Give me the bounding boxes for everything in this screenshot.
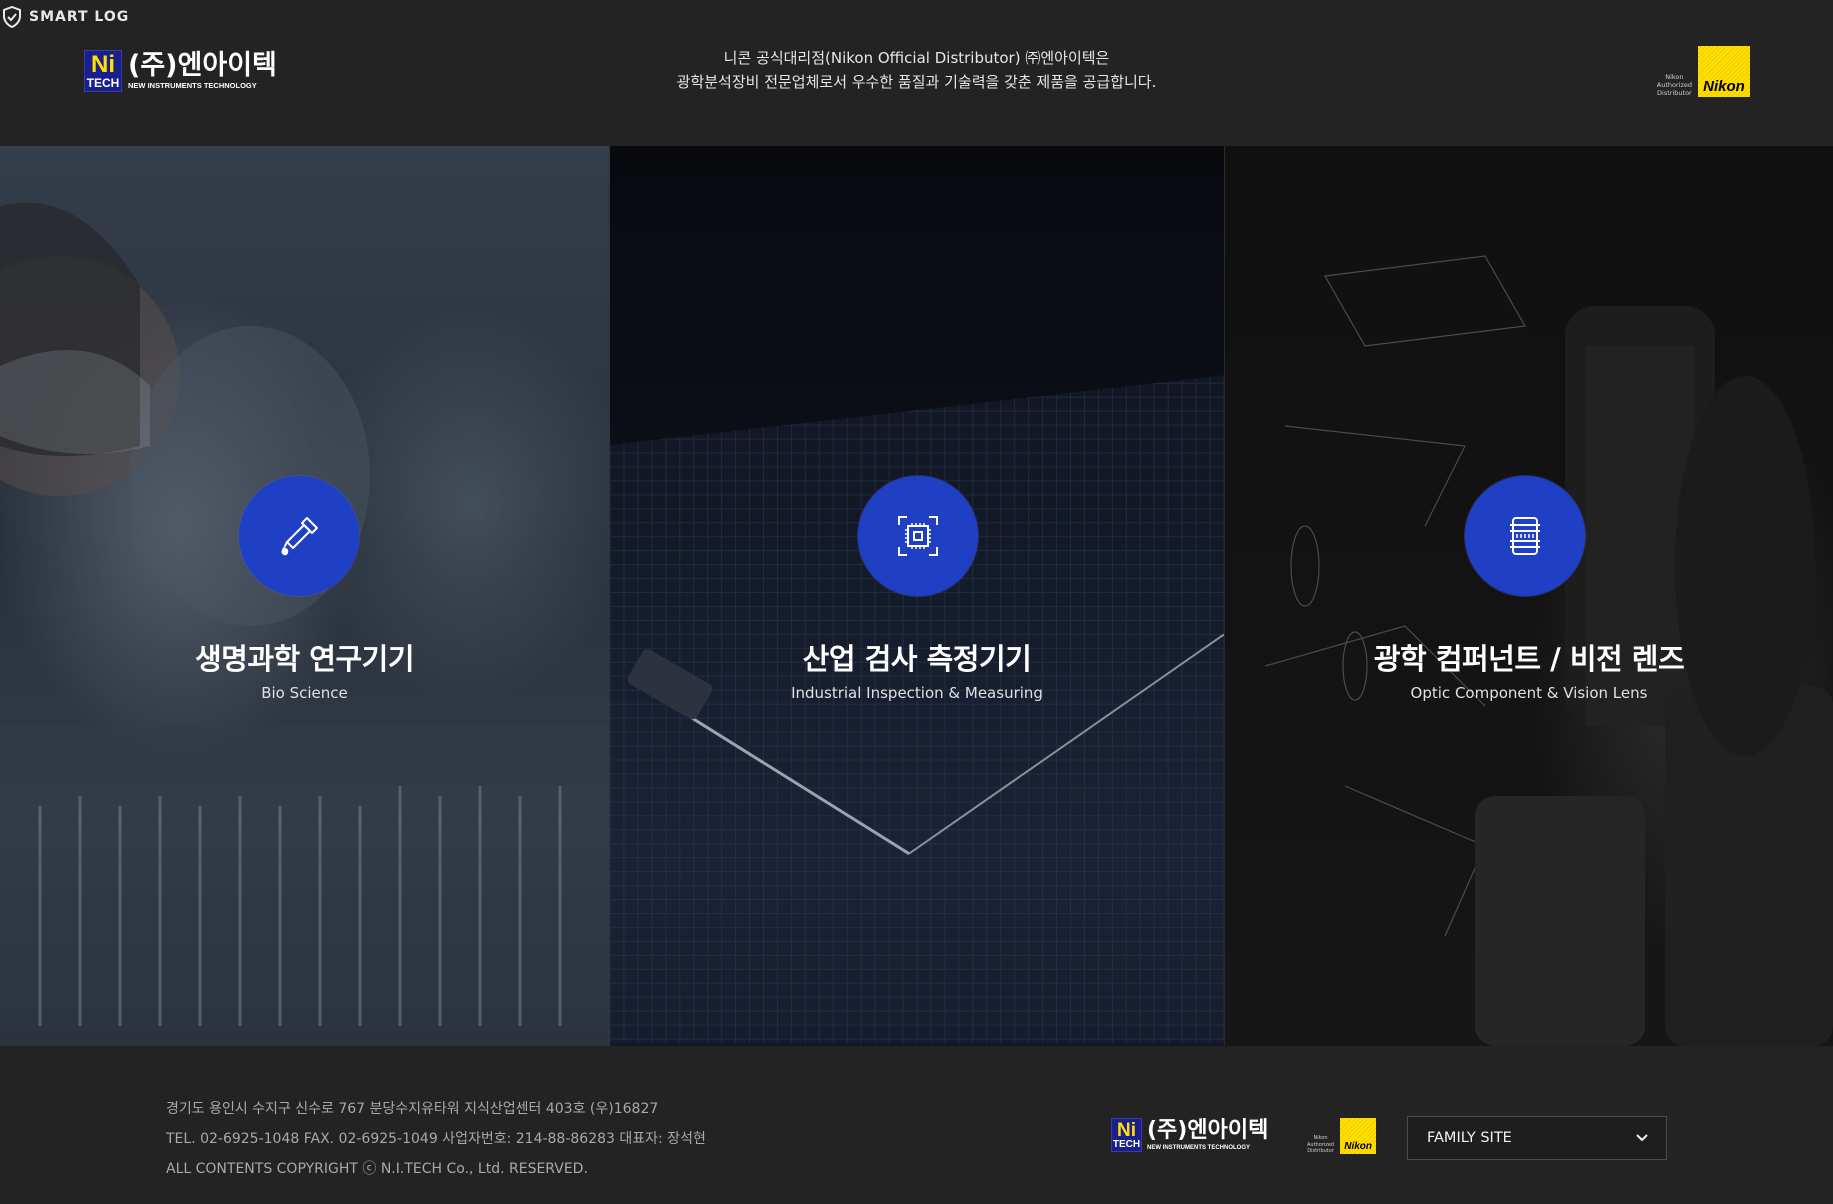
smartlog-label: SMART LOG xyxy=(29,9,130,25)
chevron-down-icon xyxy=(1636,1134,1648,1142)
footer-address: 경기도 용인시 수지구 신수로 767 분당수지유타워 지식산업센터 403호 … xyxy=(166,1101,659,1117)
logo-wordmark: (주)엔아이텍 NEW INSTRUMENTS TECHNOLOGY xyxy=(1147,1117,1269,1151)
nikon-authorized-text: Nikon Authorized Distributor xyxy=(1657,73,1692,97)
lens-background-image xyxy=(1264,255,1833,1046)
panel-title: 산업 검사 측정기기 xyxy=(802,642,1032,676)
smartlog-badge[interactable]: SMART LOG xyxy=(2,6,129,28)
shield-check-icon xyxy=(3,6,21,28)
tagline-line-2: 광학분석장비 전문업체로서 우수한 품질과 기술력을 갖춘 제품을 공급합니다. xyxy=(676,73,1157,91)
panel-industrial-inspection[interactable]: 산업 검사 측정기기 Industrial Inspection & Measu… xyxy=(609,146,1225,1046)
auth-line-2: Authorized xyxy=(1307,1141,1335,1148)
auth-line-3: Distributor xyxy=(1657,88,1692,97)
panel-optic-component[interactable]: 광학 컴퍼넌트 / 비전 렌즈 Optic Component & Vision… xyxy=(1225,146,1833,1046)
footer-company-logo[interactable]: Ni TECH (주)엔아이텍 NEW INSTRUMENTS TECHNOLO… xyxy=(1111,1118,1268,1152)
nikon-wordmark: Nikon xyxy=(1703,78,1745,95)
company-tagline: 니콘 공식대리점(Nikon Official Distributor) ㈜엔아… xyxy=(0,46,1833,94)
industrial-icon-circle xyxy=(858,476,978,596)
family-site-select[interactable]: FAMILY SITE xyxy=(1407,1116,1667,1160)
nikon-logo: Nikon xyxy=(1340,1118,1377,1154)
footer-contact: TEL. 02-6925-1048 FAX. 02-6925-1049 사업자번… xyxy=(166,1131,706,1147)
optic-icon-circle xyxy=(1465,476,1585,596)
nikon-authorized-badge: Nikon Authorized Distributor Nikon xyxy=(1657,46,1750,97)
ni-mark-bottom: TECH xyxy=(1112,1138,1141,1150)
auth-line-3: Distributor xyxy=(1307,1147,1334,1154)
logo-english-name: NEW INSTRUMENTS TECHNOLOGY xyxy=(1147,1144,1250,1151)
ni-mark-top: Ni xyxy=(1117,1119,1136,1141)
tagline-line-1: 니콘 공식대리점(Nikon Official Distributor) ㈜엔아… xyxy=(723,49,1110,67)
lab-background-image xyxy=(0,146,609,1046)
ni-tech-mark: Ni TECH xyxy=(1111,1118,1142,1152)
auth-line-1: Nikon xyxy=(1665,72,1684,81)
nikon-authorized-text: Nikon Authorized Distributor xyxy=(1307,1135,1334,1154)
panel-subtitle: Industrial Inspection & Measuring xyxy=(791,684,1043,702)
chip-icon xyxy=(898,516,938,556)
footer-nikon-badge: Nikon Authorized Distributor Nikon xyxy=(1307,1118,1377,1154)
dropper-icon xyxy=(281,517,318,556)
family-site-label: FAMILY SITE xyxy=(1427,1130,1512,1146)
logo-korean-name: (주)엔아이텍 xyxy=(1147,1117,1269,1143)
panel-title: 생명과학 연구기기 xyxy=(194,642,415,676)
footer-copyright: ALL CONTENTS COPYRIGHT ⓒ N.I.TECH Co., L… xyxy=(166,1161,588,1177)
site-footer: 경기도 용인시 수지구 신수로 767 분당수지유타워 지식산업센터 403호 … xyxy=(0,1046,1833,1204)
auth-line-2: Authorized xyxy=(1656,80,1692,89)
category-panels: 생명과학 연구기기 Bio Science 산업 검사 측정기기 Industr… xyxy=(0,146,1833,1046)
nikon-logo: Nikon xyxy=(1698,46,1750,97)
lens-icon xyxy=(1510,517,1540,555)
panel-subtitle: Optic Component & Vision Lens xyxy=(1410,684,1648,702)
panel-subtitle: Bio Science xyxy=(261,684,348,702)
company-info: 경기도 용인시 수지구 신수로 767 분당수지유타워 지식산업센터 403호 … xyxy=(166,1094,706,1184)
nikon-wordmark: Nikon xyxy=(1344,1141,1372,1152)
panel-title: 광학 컴퍼넌트 / 비전 렌즈 xyxy=(1373,642,1685,676)
bio-science-icon-circle xyxy=(239,476,359,596)
panel-bio-science[interactable]: 생명과학 연구기기 Bio Science xyxy=(0,146,609,1046)
site-header: SMART LOG Ni TECH (주)엔아이텍 NEW INSTRUMENT… xyxy=(0,0,1833,146)
